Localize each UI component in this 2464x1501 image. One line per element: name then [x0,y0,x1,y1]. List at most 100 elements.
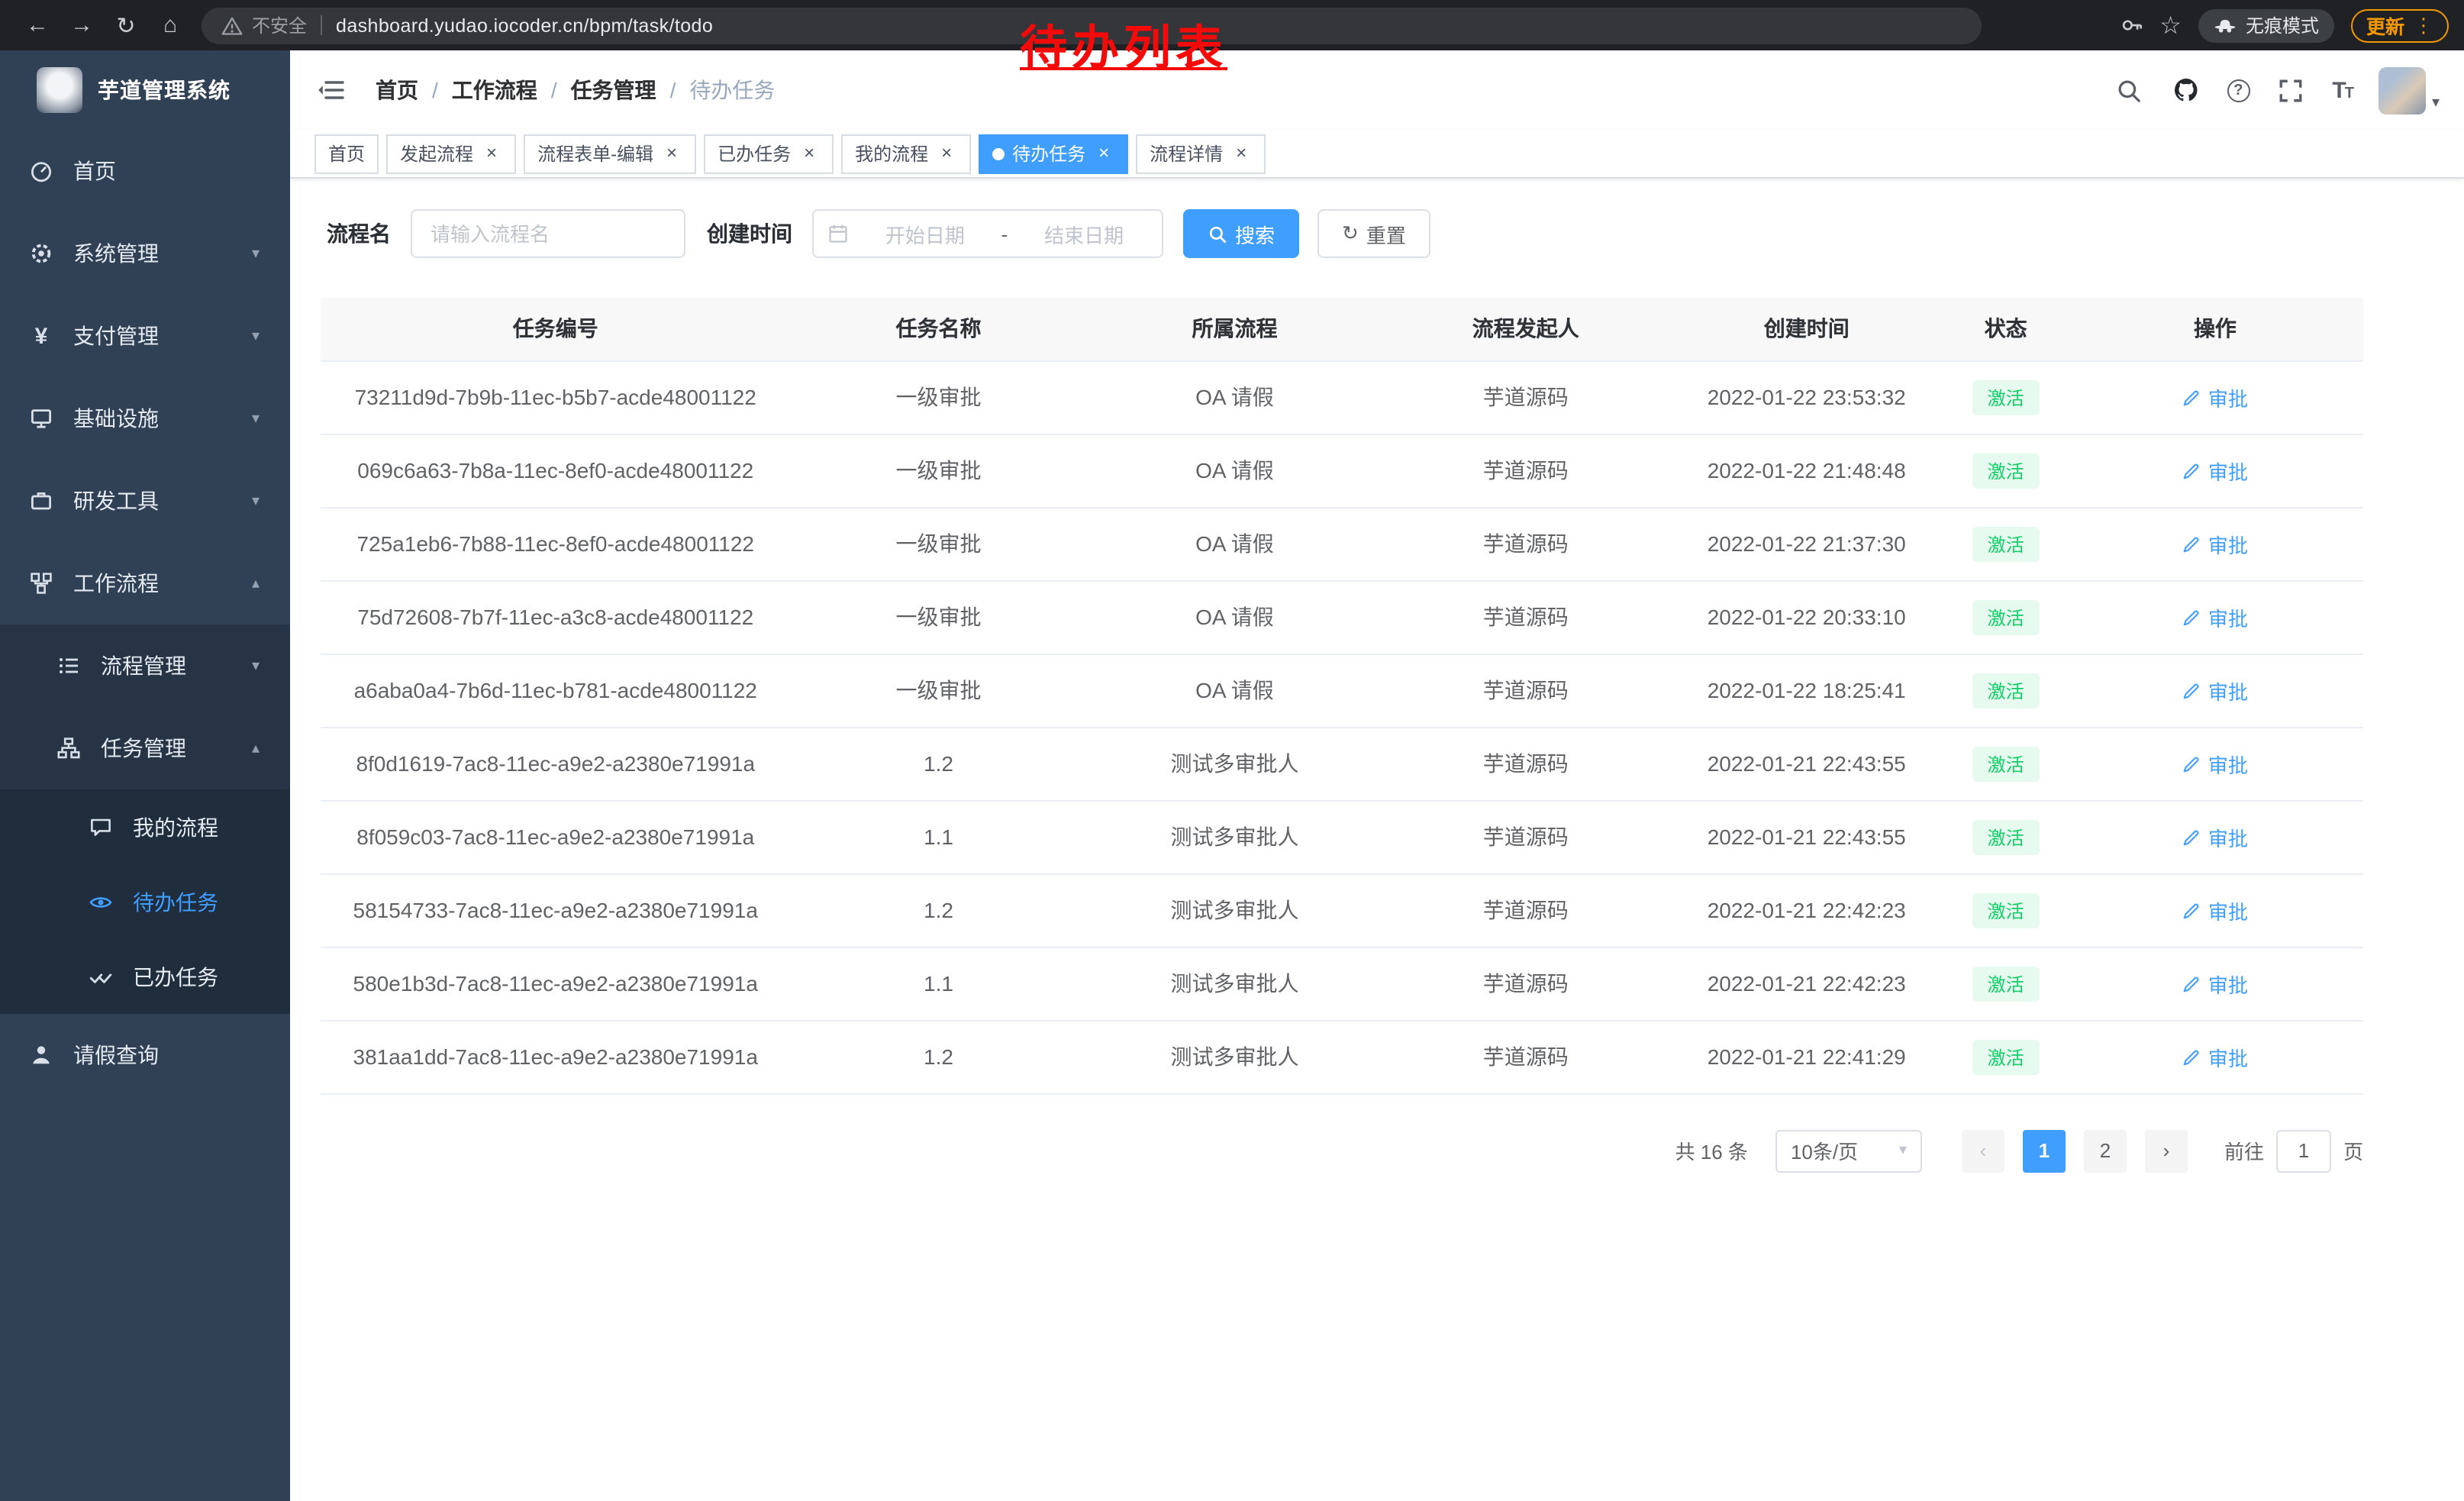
page-size-select[interactable]: 10条/页 ▾ [1775,1129,1922,1172]
tab-item[interactable]: 流程表单-编辑× [524,134,696,173]
sidebar-item-my-process[interactable]: 我的流程 [0,789,290,864]
sidebar: 芋道管理系统 首页 系统管理 ▾ ¥ 支付管理 ▾ [0,50,290,1501]
approve-link[interactable]: 审批 [2182,749,2248,778]
cell-task-id: 73211d9d-7b9b-11ec-b5b7-acde48001122 [321,360,790,434]
fullscreen-icon[interactable] [2275,75,2306,105]
double-check-icon [89,964,113,989]
browser-menu-icon[interactable]: ⋮ [2414,13,2433,37]
tab-item[interactable]: 待办任务× [979,134,1128,173]
github-icon[interactable] [2170,75,2201,105]
breadcrumb-home[interactable]: 首页 [376,75,418,105]
process-name-input[interactable] [411,209,685,258]
search-icon[interactable] [2114,75,2144,105]
edit-pen-icon [2182,827,2202,847]
monitor-icon [29,406,53,431]
goto-page-input[interactable] [2276,1129,2331,1172]
reset-button[interactable]: ↻ 重置 [1317,209,1430,258]
approve-link-label: 审批 [2208,383,2248,412]
sidebar-item-devtools[interactable]: 研发工具 ▾ [0,460,290,542]
table-row: 73211d9d-7b9b-11ec-b5b7-acde48001122 一级审… [321,360,2363,434]
user-menu[interactable]: ▾ [2379,66,2440,114]
cell-process: OA 请假 [1086,654,1382,727]
tab-close-icon[interactable]: × [936,143,957,164]
tab-item[interactable]: 我的流程 × [841,134,971,173]
sidebar-item-process-mgmt[interactable]: 流程管理 ▾ [0,625,290,707]
cell-task-id: 8f059c03-7ac8-11ec-a9e2-a2380e71991a [321,800,790,873]
approve-link[interactable]: 审批 [2182,1042,2248,1071]
sidebar-toggle-button[interactable] [314,73,348,107]
approve-link[interactable]: 审批 [2182,383,2248,412]
prev-page-button[interactable]: ‹ [1962,1129,2004,1172]
end-date-placeholder[interactable]: 结束日期 [1020,219,1148,248]
approve-link[interactable]: 审批 [2182,602,2248,631]
approve-link-label: 审批 [2208,602,2248,631]
approve-link[interactable]: 审批 [2182,822,2248,851]
sidebar-item-system[interactable]: 系统管理 ▾ [0,212,290,295]
app-logo-row[interactable]: 芋道管理系统 [0,50,290,130]
tab-item[interactable]: 流程详情× [1136,134,1266,173]
browser-home-button[interactable]: ⌂ [148,5,192,45]
browser-reload-button[interactable]: ↻ [104,5,148,45]
col-task-id: 任务编号 [321,298,790,360]
chevron-down-icon: ▾ [252,492,260,509]
sidebar-item-infra[interactable]: 基础设施 ▾ [0,377,290,460]
page-button-1[interactable]: 1 [2023,1129,2066,1172]
date-range-picker[interactable]: 开始日期 - 结束日期 [812,209,1163,258]
bookmark-star-icon[interactable]: ☆ [2159,10,2182,40]
sidebar-item-payment[interactable]: ¥ 支付管理 ▾ [0,295,290,377]
breadcrumb-separator: / [670,78,676,102]
cell-starter: 芋道源码 [1382,580,1669,654]
sidebar-item-workflow[interactable]: 工作流程 ▴ [0,542,290,625]
tab-item[interactable]: 已办任务× [704,134,834,173]
sidebar-item-todo-task[interactable]: 待办任务 [0,864,290,939]
filter-bar: 流程名 创建时间 开始日期 - 结束日期 搜索 ↻ [327,209,2363,258]
start-date-placeholder[interactable]: 开始日期 [861,219,989,248]
font-size-icon[interactable]: TT [2332,77,2353,103]
sidebar-item-done-task[interactable]: 已办任务 [0,939,290,1014]
edit-pen-icon [2182,1047,2202,1067]
tab-item[interactable]: 发起流程× [386,134,516,173]
approve-link[interactable]: 审批 [2182,676,2248,705]
browser-back-button[interactable]: ← [15,5,60,45]
page-button-2[interactable]: 2 [2084,1129,2127,1172]
sidebar-item-home[interactable]: 首页 [0,130,290,212]
help-icon[interactable]: ? [2227,79,2250,102]
breadcrumb-task-mgmt[interactable]: 任务管理 [571,75,656,105]
cell-task-id: 069c6a63-7b8a-11ec-8ef0-acde48001122 [321,434,790,507]
chevron-down-icon: ▾ [252,245,260,262]
tab-item[interactable]: 首页 [314,134,379,173]
annotation-text: 待办列表 [1020,9,1227,78]
home-icon: ⌂ [163,12,177,38]
status-badge: 激活 [1972,746,2040,781]
cell-process: 测试多审批人 [1086,947,1382,1020]
approve-link[interactable]: 审批 [2182,529,2248,558]
browser-forward-button[interactable]: → [60,5,104,45]
approve-link[interactable]: 审批 [2182,456,2248,485]
status-badge: 激活 [1972,599,2040,634]
next-page-button[interactable]: › [2145,1129,2188,1172]
tab-close-icon[interactable]: × [661,143,682,164]
sidebar-item-leave-query[interactable]: 请假查询 [0,1014,290,1096]
cell-process: OA 请假 [1086,580,1382,654]
breadcrumb-separator: / [432,78,438,102]
tab-close-icon[interactable]: × [1230,143,1252,164]
key-icon[interactable] [2120,14,2143,37]
security-label: 不安全 [252,12,307,38]
browser-update-button[interactable]: 更新 ⋮ [2351,8,2449,42]
approve-link[interactable]: 审批 [2182,896,2248,925]
tab-close-icon[interactable]: × [1093,143,1114,164]
sidebar-item-label: 任务管理 [101,733,186,763]
search-button[interactable]: 搜索 [1183,209,1299,258]
eye-icon [89,889,113,914]
tab-label: 我的流程 [855,140,928,166]
tab-close-icon[interactable]: × [798,143,820,164]
breadcrumb-workflow[interactable]: 工作流程 [452,75,537,105]
approve-link[interactable]: 审批 [2182,969,2248,998]
chevron-up-icon: ▴ [252,575,260,592]
sidebar-item-task-mgmt[interactable]: 任务管理 ▴ [0,707,290,789]
tab-close-icon[interactable]: × [481,143,502,164]
process-name-label: 流程名 [327,218,391,249]
app-title: 芋道管理系统 [98,75,231,105]
cell-actions: 审批 [2067,800,2363,873]
table-row: 8f0d1619-7ac8-11ec-a9e2-a2380e71991a 1.2… [321,727,2363,800]
